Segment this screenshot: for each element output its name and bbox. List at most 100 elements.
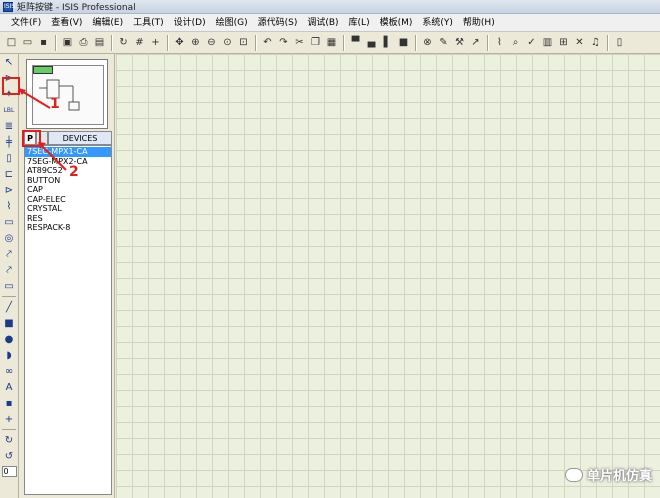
- device-list-item[interactable]: BUTTON: [25, 176, 111, 186]
- wechat-icon: [564, 467, 583, 482]
- undo-icon[interactable]: ↶: [260, 35, 275, 51]
- annotation-label-2: 2: [69, 164, 79, 180]
- goto-sheet-icon[interactable]: ♫: [588, 35, 603, 51]
- main-toolbar: □ ▭ ▪ ▣ ⎙ ▤ ↻ # + ✥ ⊕ ⊖ ⊙ ⊡ ↶ ↷ ✂ ❐ ▦ ▀ ▄ ▌ ■ ⊗ ✎ ⚒ ↗ ⌇ ⌕ ✓ ▥ ⊞ ✕ ♫ ▯: [0, 32, 660, 54]
- search-tag-icon[interactable]: ⌕: [508, 35, 523, 51]
- menu-item-3[interactable]: 工具(T): [128, 14, 169, 32]
- watermark-text: 单片机仿真: [586, 469, 652, 484]
- rotate-ccw-icon[interactable]: ↺: [1, 448, 18, 464]
- toolbar-separator: [111, 34, 112, 51]
- zoom-in-icon[interactable]: ⊕: [188, 35, 203, 51]
- schematic-canvas[interactable]: [116, 54, 660, 498]
- device-list-item[interactable]: CRYSTAL: [25, 204, 111, 214]
- menu-item-8[interactable]: 库(L): [344, 14, 375, 32]
- delete-sheet-icon[interactable]: ✕: [572, 35, 587, 51]
- toolbar-separator: [415, 34, 416, 51]
- new-sheet-icon[interactable]: ⊞: [556, 35, 571, 51]
- toolbar-separator: [487, 34, 488, 51]
- menu-item-5[interactable]: 绘图(G): [211, 14, 253, 32]
- tape-recorder-icon[interactable]: ▭: [1, 214, 18, 230]
- arc-icon[interactable]: ◗: [1, 347, 18, 363]
- toolbar-separator: [2, 296, 16, 297]
- line-icon[interactable]: ╱: [1, 299, 18, 315]
- marker-icon[interactable]: +: [1, 411, 18, 427]
- menu-item-11[interactable]: 帮助(H): [458, 14, 500, 32]
- subcircuit-icon[interactable]: ▯: [1, 150, 18, 166]
- device-list: 7SEG-MPX1-CA7SEG-MPX2-CAAT89C52BUTTONCAP…: [24, 145, 112, 495]
- rotate-cw-icon[interactable]: ↻: [1, 432, 18, 448]
- menu-item-10[interactable]: 系统(Y): [417, 14, 458, 32]
- zoom-area-icon[interactable]: ⊡: [236, 35, 251, 51]
- bom-icon[interactable]: ▯: [612, 35, 627, 51]
- decompose-icon[interactable]: ↗: [468, 35, 483, 51]
- box-icon[interactable]: ■: [1, 315, 18, 331]
- menu-item-2[interactable]: 编辑(E): [87, 14, 128, 32]
- design-explorer-icon[interactable]: ▥: [540, 35, 555, 51]
- menu-item-4[interactable]: 设计(D): [169, 14, 211, 32]
- new-file-icon[interactable]: □: [4, 35, 19, 51]
- object-selector-panel: P DEVICES 7SEG-MPX1-CA7SEG-MPX2-CAAT89C5…: [19, 54, 115, 498]
- current-probe-icon[interactable]: ⤤: [1, 262, 18, 278]
- property-tool-icon[interactable]: ✓: [524, 35, 539, 51]
- voltage-probe-icon[interactable]: ⤤: [1, 246, 18, 262]
- block-move-icon[interactable]: ▄: [364, 35, 379, 51]
- mode-toolbar: ↖ ⊳ ✦ LBL ≣ ╪ ▯ ⊏ ⊳ ⌇ ▭ ◎ ⤤ ⤤ ▭ ╱ ■ ● ◗ ∞ A ▪ + ↻ ↺ 0: [0, 54, 19, 498]
- path-icon[interactable]: ∞: [1, 363, 18, 379]
- grid-icon[interactable]: #: [132, 35, 147, 51]
- device-list-item[interactable]: RESPACK-8: [25, 223, 111, 233]
- watermark: 单片机仿真: [564, 465, 652, 484]
- title-bar: ISIS 矩阵按键 - ISIS Professional: [0, 0, 660, 14]
- cut-icon[interactable]: ✂: [292, 35, 307, 51]
- menu-item-1[interactable]: 查看(V): [46, 14, 87, 32]
- menu-bar: 文件(F) 查看(V) 编辑(E) 工具(T) 设计(D) 绘图(G) 源代码(S) 调试(B…: [0, 14, 660, 32]
- zoom-out-icon[interactable]: ⊖: [204, 35, 219, 51]
- block-copy-icon[interactable]: ▀: [348, 35, 363, 51]
- save-icon[interactable]: ▪: [36, 35, 51, 51]
- select-mode-icon[interactable]: ↖: [1, 54, 18, 70]
- menu-item-6[interactable]: 源代码(S): [253, 14, 303, 32]
- wire-autorouter-icon[interactable]: ⌇: [492, 35, 507, 51]
- refresh-icon[interactable]: ↻: [116, 35, 131, 51]
- bus-icon[interactable]: ╪: [1, 134, 18, 150]
- circle-icon[interactable]: ●: [1, 331, 18, 347]
- device-list-item[interactable]: CAP: [25, 185, 111, 195]
- rotation-field[interactable]: 0: [1, 466, 17, 477]
- terminal-icon[interactable]: ⊏: [1, 166, 18, 182]
- menu-item-9[interactable]: 模板(M): [375, 14, 418, 32]
- device-list-item[interactable]: RES: [25, 214, 111, 224]
- toolbar-separator: [167, 34, 168, 51]
- print-icon[interactable]: ⎙: [76, 35, 91, 51]
- package-icon[interactable]: ⚒: [452, 35, 467, 51]
- toolbar-separator: [55, 34, 56, 51]
- menu-item-7[interactable]: 调试(B): [302, 14, 343, 32]
- generator-icon[interactable]: ◎: [1, 230, 18, 246]
- annotation-arrow-1: [18, 88, 51, 109]
- copy-icon[interactable]: ❐: [308, 35, 323, 51]
- text-icon[interactable]: A: [1, 379, 18, 395]
- toolbar-separator: [343, 34, 344, 51]
- block-delete-icon[interactable]: ■: [396, 35, 411, 51]
- annotation-label-1: 1: [50, 96, 60, 112]
- import-icon[interactable]: ▣: [60, 35, 75, 51]
- pick-icon[interactable]: ⊗: [420, 35, 435, 51]
- virtual-instrument-icon[interactable]: ▭: [1, 278, 18, 294]
- zoom-all-icon[interactable]: ⊙: [220, 35, 235, 51]
- make-device-icon[interactable]: ✎: [436, 35, 451, 51]
- symbol-icon[interactable]: ▪: [1, 395, 18, 411]
- device-list-item[interactable]: CAP-ELEC: [25, 195, 111, 205]
- redo-icon[interactable]: ↷: [276, 35, 291, 51]
- block-rotate-icon[interactable]: ▌: [380, 35, 395, 51]
- device-pin-icon[interactable]: ⊳: [1, 182, 18, 198]
- window-title: 矩阵按键 - ISIS Professional: [17, 3, 136, 13]
- text-script-icon[interactable]: ≣: [1, 118, 18, 134]
- print-area-icon[interactable]: ▤: [92, 35, 107, 51]
- annotation-arrow-2: [38, 142, 67, 171]
- menu-item-0[interactable]: 文件(F): [6, 14, 46, 32]
- app-icon: ISIS: [3, 1, 16, 12]
- open-folder-icon[interactable]: ▭: [20, 35, 35, 51]
- origin-icon[interactable]: +: [148, 35, 163, 51]
- toolbar-separator: [2, 429, 16, 430]
- pan-icon[interactable]: ✥: [172, 35, 187, 51]
- graph-icon[interactable]: ⌇: [1, 198, 18, 214]
- paste-icon[interactable]: ▦: [324, 35, 339, 51]
